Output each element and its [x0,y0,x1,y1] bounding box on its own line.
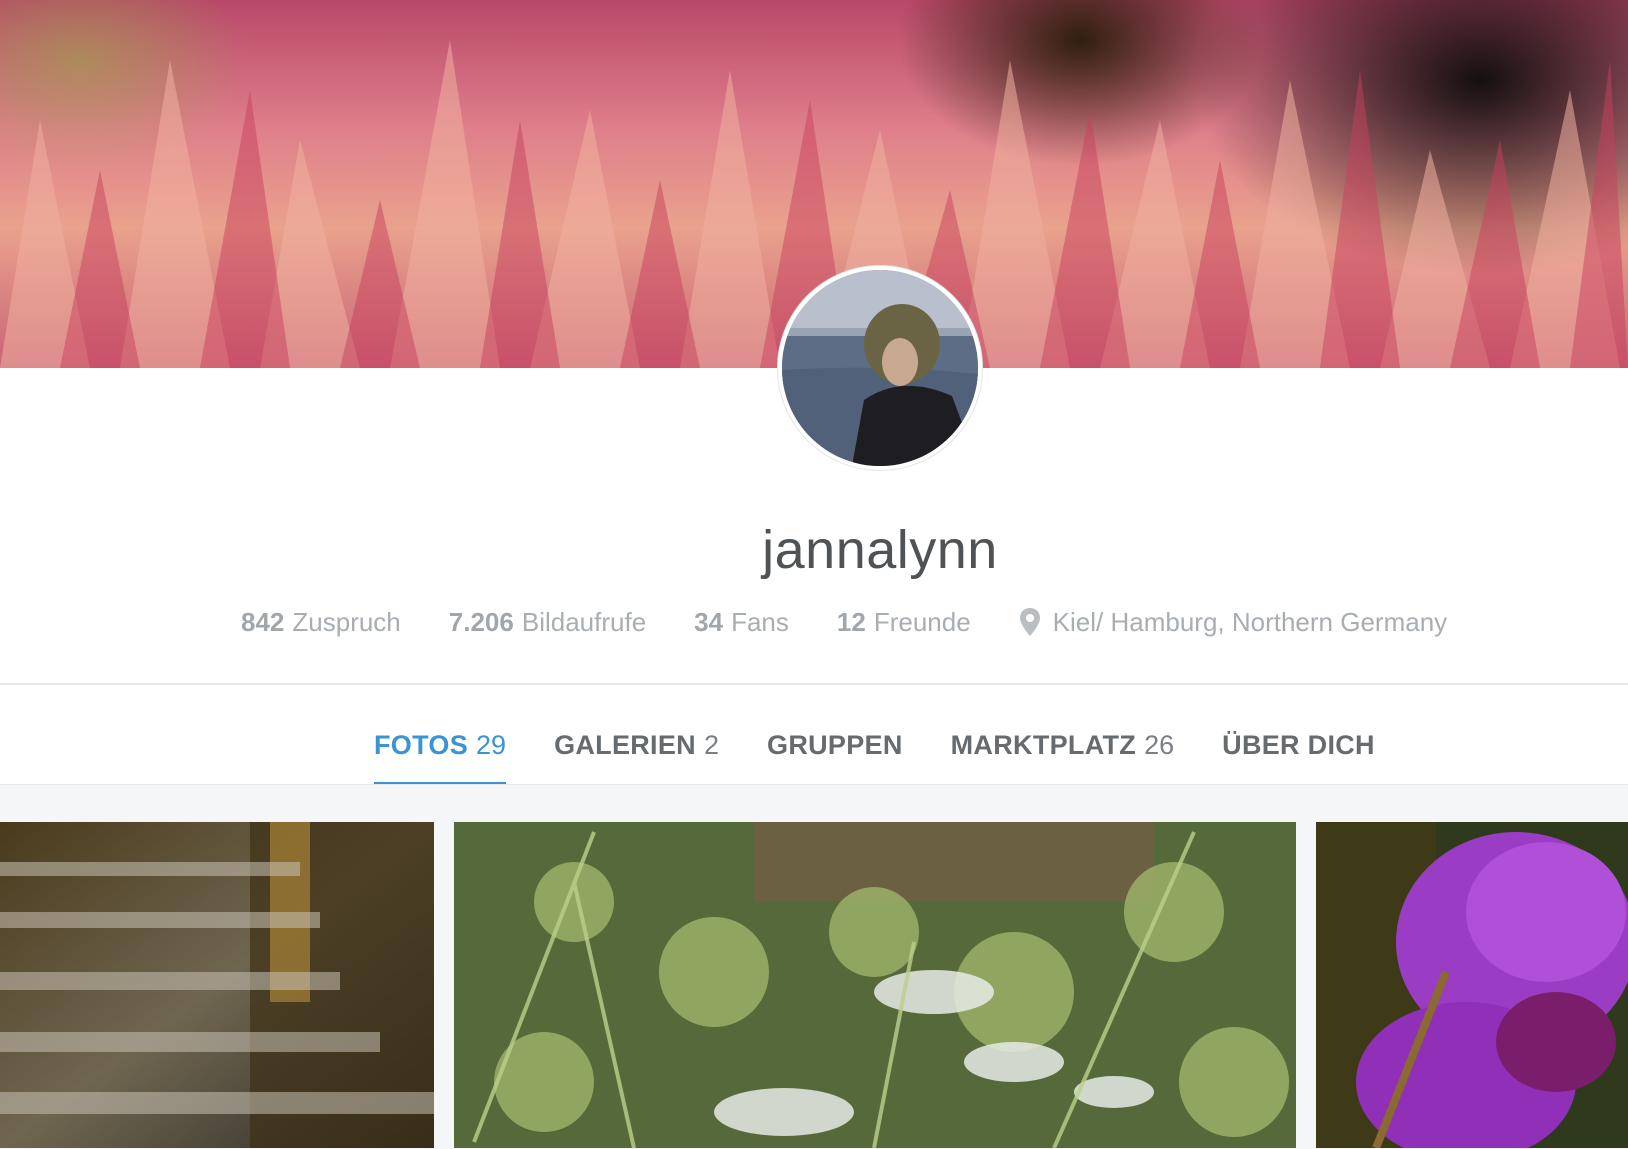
profile-tabs: FOTOS 29 GALERIEN 2 GRUPPEN MARKTPLATZ 2… [374,706,1375,786]
profile-username: jannalynn [762,520,998,580]
tab-ueber-dich[interactable]: ÜBER DICH [1222,706,1375,784]
profile-location: Kiel/ Hamburg, Northern Germany [1019,607,1447,638]
stat-value: 12 [836,606,866,637]
tab-label: FOTOS [374,729,469,760]
photo-frost-moss-image [454,822,1296,1148]
avatar-photo [782,270,978,466]
stat-fans[interactable]: 34 Fans [694,607,789,638]
photo-thumbnail[interactable] [1316,822,1628,1148]
stat-freunde[interactable]: 12 Freunde [837,607,971,638]
stat-label: Zuspruch [292,606,401,637]
photo-thumbnail[interactable] [0,822,434,1148]
tab-gruppen[interactable]: GRUPPEN [767,706,903,784]
stat-label: Freunde [873,606,971,637]
photo-boardwalk-image [0,822,434,1148]
tab-count: 2 [703,729,720,760]
stat-bildaufrufe: 7.206 Bildaufrufe [449,607,646,638]
tab-count: 29 [476,729,507,760]
tab-count: 26 [1144,729,1175,760]
stat-label: Fans [731,606,789,637]
photo-thumbnail[interactable] [454,822,1296,1148]
tab-galerien[interactable]: GALERIEN 2 [554,706,719,784]
section-divider [0,683,1628,685]
location-text: Kiel/ Hamburg, Northern Germany [1052,606,1448,637]
profile-stats: 842 Zuspruch 7.206 Bildaufrufe 34 Fans 1… [241,600,1447,644]
stat-label: Bildaufrufe [521,606,647,637]
tab-fotos[interactable]: FOTOS 29 [374,706,507,786]
tab-marktplatz[interactable]: MARKTPLATZ 26 [951,706,1175,784]
stat-value: 842 [241,606,285,637]
stat-value: 7.206 [448,606,514,637]
map-pin-icon [1019,608,1040,636]
stat-zuspruch[interactable]: 842 Zuspruch [241,607,401,638]
photo-purple-flower-image [1316,822,1628,1148]
tab-label: GALERIEN [554,729,696,760]
avatar[interactable] [778,266,982,470]
tab-label: GRUPPEN [767,729,903,760]
tab-label: MARKTPLATZ [950,729,1137,760]
tab-label: ÜBER DICH [1222,729,1375,760]
stat-value: 34 [694,606,724,637]
